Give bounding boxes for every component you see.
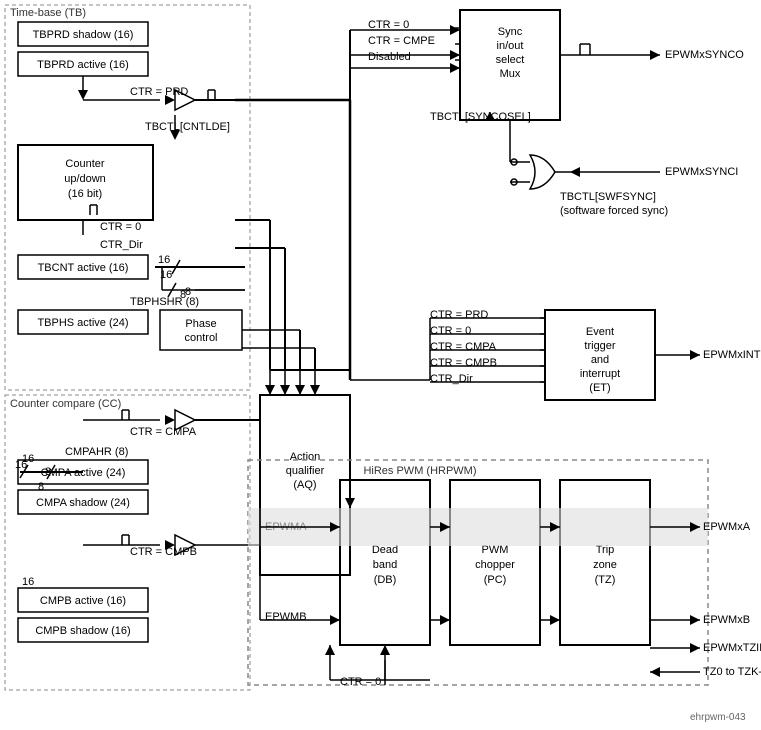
et-ctr-dir: CTR_Dir: [430, 373, 473, 385]
epwmxsynci-label: EPWMxSYNCI: [665, 166, 738, 178]
tbprd-shadow-label: TBPRD shadow (16): [33, 29, 134, 41]
sync-mux-label3: select: [496, 54, 525, 66]
ctr-0-label: CTR = 0: [100, 221, 141, 233]
swfsync-sub-label: (software forced sync): [560, 205, 668, 217]
tbctl-swfsync-label: TBCTL[SWFSYNC]: [560, 191, 656, 203]
phase-control-label: Phase: [185, 318, 216, 330]
diagram-id-label: ehrpwm-043: [690, 712, 746, 723]
pc-label3: (PC): [484, 574, 507, 586]
epwmxtzint-label: EPWMxTZINT: [703, 642, 761, 654]
tbphshr-label: TBPHSHR (8): [130, 296, 199, 308]
sync-mux-label1: Sync: [498, 26, 523, 38]
bit16-cmpb-label: 16: [22, 576, 34, 588]
cc-8-label: 8: [38, 481, 44, 493]
et-label4: interrupt: [580, 368, 620, 380]
sync-ctr0-label: CTR = 0: [368, 19, 409, 31]
ctr-cmpa-tb-label: CTR = CMPA: [130, 426, 197, 438]
tbprd-active-label: TBPRD active (16): [37, 59, 129, 71]
tbctl-syncosel-label: TBCTL[SYNCOSEL]: [430, 111, 531, 123]
epwmxb-label: EPWMxB: [703, 614, 750, 626]
aq-label1: Action: [290, 451, 321, 463]
sync-mux-label4: Mux: [500, 68, 521, 80]
tbcnt-active-label: TBCNT active (16): [38, 262, 129, 274]
db-label3: (DB): [374, 574, 397, 586]
tbphs-active-label: TBPHS active (24): [37, 317, 128, 329]
tz-label2: zone: [593, 559, 617, 571]
hrpwm-label: HiRes PWM (HRPWM): [363, 465, 476, 477]
sync-mux-label2: in/out: [497, 40, 524, 52]
sync-ctrcmpe-label: CTR = CMPE: [368, 35, 435, 47]
bus16-label: 16: [158, 254, 170, 266]
et-ctr-cmpb: CTR = CMPB: [430, 357, 497, 369]
aq-label2: qualifier: [286, 465, 325, 477]
tbctl-cntlde-label: TBCTL[CNTLDE]: [145, 121, 230, 133]
ctr-cmpb-label: CTR = CMPB: [130, 546, 197, 558]
cc-16-label: 16: [15, 459, 27, 471]
cmpb-active-label: CMPB active (16): [40, 595, 126, 607]
tz0-tzk1-label: TZ0 to TZK-1: [703, 666, 761, 678]
epwmb-label: EPWMB: [265, 611, 307, 623]
pc-label2: chopper: [475, 559, 515, 571]
cmpb-shadow-label: CMPB shadow (16): [35, 625, 130, 637]
aq-label3: (AQ): [293, 479, 316, 491]
db-label2: band: [373, 559, 397, 571]
et-label5: (ET): [589, 382, 610, 394]
sync-disabled-label: Disabled: [368, 51, 411, 63]
et-ctr-cmpa: CTR = CMPA: [430, 341, 497, 353]
epwmxint-label: EPWMxINT: [703, 349, 761, 361]
cmpahr-label: CMPAHR (8): [65, 446, 128, 458]
diagram-container: Time-base (TB) TBPRD shadow (16) TBPRD a…: [0, 0, 761, 730]
et-label1: Event: [586, 326, 614, 338]
phase-control2-label: control: [184, 332, 217, 344]
time-base-label: Time-base (TB): [10, 7, 86, 19]
cmpa-shadow-label: CMPA shadow (24): [36, 497, 130, 509]
counter-16bit-label: (16 bit): [68, 188, 102, 200]
et-label3: and: [591, 354, 609, 366]
tz-label3: (TZ): [595, 574, 616, 586]
et-ctr-prd: CTR = PRD: [430, 309, 488, 321]
bus8-label: 8: [180, 289, 186, 301]
et-ctr-0: CTR = 0: [430, 325, 471, 337]
ctr0-bottom-label: CTR = 0: [340, 676, 381, 688]
epwmxa-label: EPWMxA: [703, 521, 751, 533]
counter-updown-label: up/down: [64, 173, 106, 185]
ctr-dir-label: CTR_Dir: [100, 239, 143, 251]
counter-label: Counter: [65, 158, 104, 170]
epwmxsynco-label: EPWMxSYNCO: [665, 49, 744, 61]
counter-compare-label: Counter compare (CC): [10, 398, 121, 410]
et-label2: trigger: [584, 340, 616, 352]
